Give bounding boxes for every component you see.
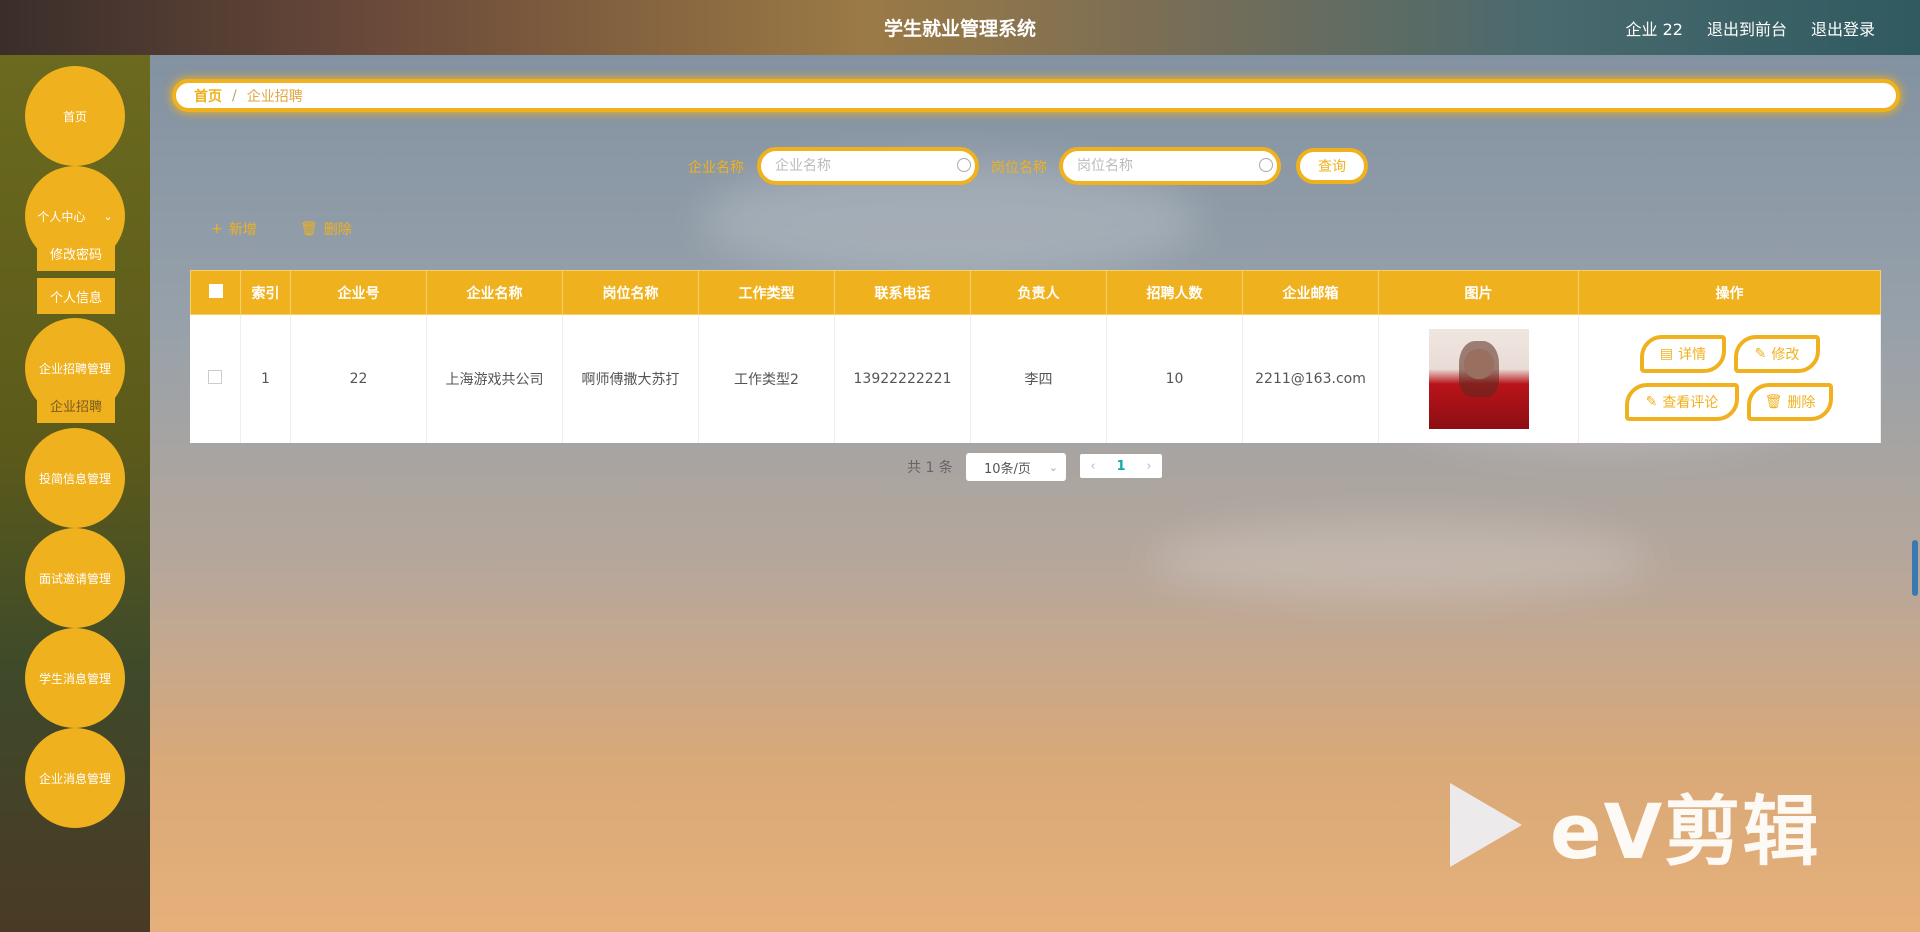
cell-image	[1378, 314, 1579, 443]
user-name: 企业 22	[1625, 20, 1683, 39]
sidebar-item-home[interactable]: 首页	[25, 66, 125, 166]
cell-phone: 13922222221	[834, 314, 971, 443]
job-name-label: 岗位名称	[991, 160, 1047, 176]
sidebar-item-resume-manage[interactable]: 投简信息管理	[25, 428, 125, 528]
row-select-cell	[190, 314, 241, 443]
view-comment-label: 查看评论	[1662, 395, 1719, 411]
sidebar-item-interview-manage[interactable]: 面试邀请管理	[25, 528, 125, 628]
detail-label: 详情	[1678, 347, 1707, 363]
col-email: 企业邮箱	[1242, 270, 1379, 315]
sidebar-subitem-company-recruit[interactable]: 企业招聘	[37, 387, 115, 423]
sidebar-item-company-msg[interactable]: 企业消息管理	[25, 728, 125, 828]
play-icon	[1450, 783, 1522, 867]
sidebar-item-label: 企业消息管理	[38, 771, 111, 786]
top-bar: 学生就业管理系统 企业 22 退出到前台 退出登录	[0, 0, 1920, 55]
watermark-text: eV剪辑	[1550, 787, 1821, 876]
sidebar-item-label: 企业招聘管理	[38, 361, 111, 376]
view-comment-button[interactable]: ✎ 查看评论	[1625, 383, 1739, 421]
select-all-checkbox[interactable]	[208, 283, 223, 298]
chevron-down-icon: ⌄	[1048, 460, 1058, 474]
breadcrumb-separator: /	[232, 87, 237, 104]
sidebar-item-label: 学生消息管理	[38, 671, 111, 686]
delete-label: 删除	[323, 222, 352, 238]
cell-manager: 李四	[970, 314, 1107, 443]
pencil-icon: ✎	[1645, 394, 1658, 410]
col-ops: 操作	[1578, 270, 1881, 315]
breadcrumb: 首页 / 企业招聘	[172, 79, 1900, 112]
sidebar-item-label: 首页	[62, 109, 87, 124]
company-photo[interactable]	[1428, 329, 1529, 429]
table-header-row: 索引 企业号 企业名称 岗位名称 工作类型 联系电话 负责人 招聘人数 企业邮箱…	[190, 270, 1881, 315]
cell-company-no: 22	[290, 314, 427, 443]
row-delete-label: 删除	[1787, 395, 1816, 411]
query-button[interactable]: 查询	[1296, 148, 1368, 184]
row-checkbox[interactable]	[208, 370, 223, 384]
ops-group: ▤ 详情 ✎ 修改 ✎ 查看评论 🗑 删除	[1579, 315, 1880, 443]
col-image: 图片	[1378, 270, 1579, 315]
cell-ops: ▤ 详情 ✎ 修改 ✎ 查看评论 🗑 删除	[1578, 314, 1881, 443]
job-name-input[interactable]	[1059, 147, 1281, 185]
company-name-input[interactable]	[757, 147, 979, 185]
company-name-label: 企业名称	[688, 160, 744, 176]
col-company-name: 企业名称	[426, 270, 563, 315]
cell-job-name: 啊师傅撒大苏打	[562, 314, 699, 443]
edit-label: 修改	[1771, 347, 1800, 363]
sidebar-subitem-personal-info[interactable]: 个人信息	[37, 278, 115, 314]
add-label: 新增	[228, 222, 257, 238]
delete-button[interactable]: 🗑 删除	[300, 219, 352, 239]
row-delete-button[interactable]: 🗑 删除	[1747, 383, 1833, 421]
pencil-icon: ✎	[1754, 346, 1767, 362]
col-work-type: 工作类型	[698, 270, 835, 315]
col-index: 索引	[240, 270, 291, 315]
edit-button[interactable]: ✎ 修改	[1734, 335, 1820, 373]
top-bar-actions: 企业 22 退出到前台 退出登录	[1626, 16, 1875, 40]
search-icon	[1259, 158, 1273, 172]
cell-work-type: 工作类型2	[698, 314, 835, 443]
add-button[interactable]: + 新增	[211, 219, 257, 239]
page-size-select[interactable]: 10条/页 ⌄	[966, 453, 1066, 481]
plus-icon: +	[211, 221, 223, 237]
watermark-logo: eV剪辑	[1450, 770, 1820, 880]
scrollbar[interactable]	[1912, 540, 1918, 596]
breadcrumb-home[interactable]: 首页	[194, 86, 222, 106]
pagination-nav: ‹ 1 ›	[1080, 454, 1162, 478]
trash-icon: 🗑	[300, 221, 318, 237]
prev-page-icon[interactable]: ‹	[1090, 459, 1095, 474]
search-icon	[957, 158, 971, 172]
pagination-total: 共 1 条	[907, 460, 953, 476]
page-size-value: 10条/页	[984, 461, 1031, 477]
next-page-icon[interactable]: ›	[1146, 459, 1151, 474]
select-all-cell	[190, 270, 241, 315]
cell-index: 1	[240, 314, 291, 443]
col-manager: 负责人	[970, 270, 1107, 315]
detail-button[interactable]: ▤ 详情	[1640, 335, 1726, 373]
col-company-no: 企业号	[290, 270, 427, 315]
page-number[interactable]: 1	[1116, 459, 1125, 474]
cell-count: 10	[1106, 314, 1243, 443]
trash-icon: 🗑	[1764, 394, 1783, 410]
col-job-name: 岗位名称	[562, 270, 699, 315]
col-count: 招聘人数	[1106, 270, 1243, 315]
recruit-table: 索引 企业号 企业名称 岗位名称 工作类型 联系电话 负责人 招聘人数 企业邮箱…	[190, 270, 1881, 443]
sidebar-item-student-msg[interactable]: 学生消息管理	[25, 628, 125, 728]
sidebar-item-label: 面试邀请管理	[38, 571, 111, 586]
table-row: 1 22 上海游戏共公司 啊师傅撒大苏打 工作类型2 13922222221 李…	[190, 314, 1881, 443]
chevron-down-icon: ⌄	[103, 209, 113, 223]
logout-link[interactable]: 退出登录	[1811, 16, 1875, 40]
sidebar-subitem-change-password[interactable]: 修改密码	[37, 235, 115, 271]
sidebar-item-label: 投简信息管理	[38, 471, 111, 486]
cell-company-name: 上海游戏共公司	[426, 314, 563, 443]
document-icon: ▤	[1659, 346, 1674, 362]
col-phone: 联系电话	[834, 270, 971, 315]
to-front-link[interactable]: 退出到前台	[1707, 16, 1787, 40]
sidebar-item-label: 个人中心	[37, 209, 86, 224]
breadcrumb-current: 企业招聘	[246, 88, 303, 105]
cell-email: 2211@163.com	[1242, 314, 1379, 443]
